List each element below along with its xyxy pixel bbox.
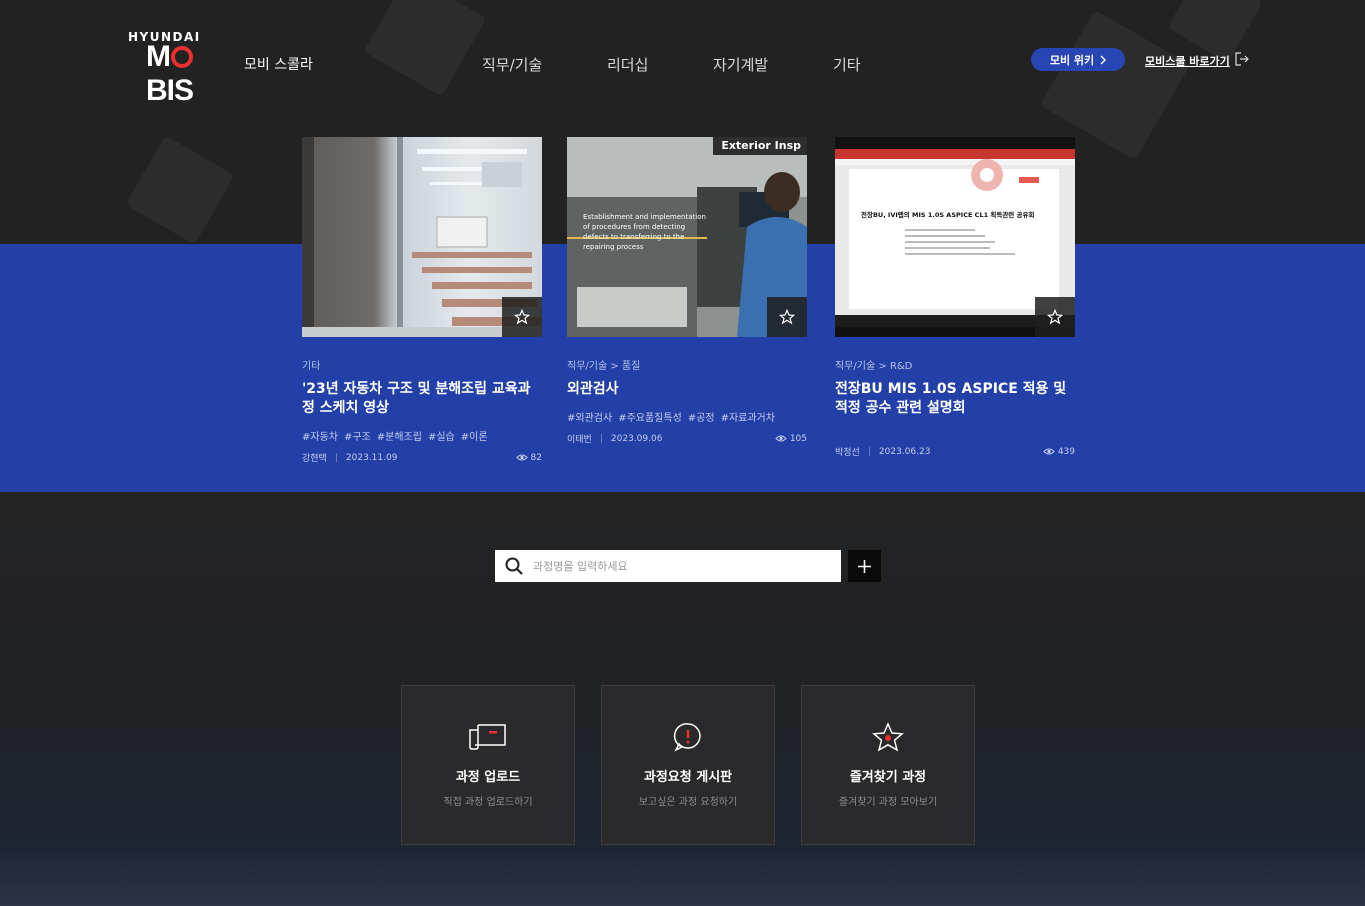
course-card[interactable]: 기타 '23년 자동차 구조 및 분해조립 교육과정 스케치 영상 #자동차 #… bbox=[302, 137, 542, 464]
course-title[interactable]: '23년 자동차 구조 및 분해조립 교육과정 스케치 영상 bbox=[302, 380, 542, 418]
thumbnail-overlay-text: Establishment and implementation of proc… bbox=[583, 213, 706, 251]
logout-icon[interactable] bbox=[1235, 52, 1249, 66]
tag[interactable]: #자동차 bbox=[302, 428, 338, 443]
course-meta: 강현택 | 2023.11.09 82 bbox=[302, 451, 542, 465]
view-count-value: 105 bbox=[789, 433, 807, 444]
favorite-button[interactable] bbox=[502, 297, 542, 337]
course-meta: 이태번 | 2023.09.06 105 bbox=[567, 432, 807, 446]
tag[interactable]: #자료과거차 bbox=[721, 409, 775, 424]
mobi-school-link[interactable]: 모비스쿨 바로가기 bbox=[1145, 53, 1230, 69]
nav-item-leadership[interactable]: 리더십 bbox=[607, 54, 713, 75]
feature-subtitle: 즐겨찾기 과정 모아보기 bbox=[838, 797, 938, 808]
meta-divider: | bbox=[867, 446, 871, 457]
course-title[interactable]: 외관검사 bbox=[567, 380, 807, 399]
course-request-board-card[interactable]: 과정요청 게시판 보고싶은 과정 요청하기 bbox=[601, 685, 775, 845]
nav-item-etc[interactable]: 기타 bbox=[833, 54, 861, 75]
star-outline-icon bbox=[514, 309, 530, 325]
puzzle-decoration bbox=[363, 0, 487, 97]
tag[interactable]: #공정 bbox=[688, 409, 715, 424]
meta-divider: | bbox=[599, 433, 603, 444]
course-author: 이태번 bbox=[567, 435, 592, 445]
main-nav: 직무/기술 리더십 자기계발 기타 bbox=[482, 54, 861, 75]
site-logo[interactable]: HYUNDAI MBIS 모비 스콜라 bbox=[128, 30, 313, 107]
nav-item-self-development[interactable]: 자기계발 bbox=[713, 54, 833, 75]
plus-icon bbox=[858, 559, 871, 573]
course-card[interactable]: 전장BU, IVI랩의 MIS 1.0S ASPICE CL1 획득관련 공유회… bbox=[835, 137, 1075, 458]
star-outline-icon bbox=[779, 309, 795, 325]
tag[interactable]: #실습 bbox=[428, 428, 455, 443]
feature-subtitle: 보고싶은 과정 요청하기 bbox=[638, 797, 738, 808]
course-date: 2023.11.09 bbox=[345, 452, 398, 463]
course-title[interactable]: 전장BU MIS 1.0S ASPICE 적용 및 적정 공수 관련 설명회 bbox=[835, 380, 1075, 418]
eye-icon bbox=[515, 454, 528, 461]
course-category: 직무/기술 > 품질 bbox=[567, 361, 641, 372]
favorite-button[interactable] bbox=[767, 297, 807, 337]
tag[interactable]: #분해조립 bbox=[377, 428, 422, 443]
course-card[interactable]: Exterior Insp Establishment and implemen… bbox=[567, 137, 807, 445]
course-upload-card[interactable]: 과정 업로드 직접 과정 업로드하기 bbox=[401, 685, 575, 845]
course-thumbnail[interactable]: 전장BU, IVI랩의 MIS 1.0S ASPICE CL1 획득관련 공유회 bbox=[835, 137, 1075, 337]
course-date: 2023.06.23 bbox=[878, 446, 931, 457]
eye-icon bbox=[775, 435, 787, 442]
course-tags: #자동차 #구조 #분해조립 #실습 #이론 bbox=[302, 428, 542, 443]
thumbnail-doc-title: 전장BU, IVI랩의 MIS 1.0S ASPICE CL1 획득관련 공유회 bbox=[861, 211, 1035, 219]
tag[interactable]: #구조 bbox=[344, 428, 371, 443]
favorite-button[interactable] bbox=[1035, 297, 1075, 337]
course-author: 강현택 bbox=[302, 454, 327, 464]
favorite-courses-card[interactable]: 즐겨찾기 과정 즐겨찾기 과정 모아보기 bbox=[801, 685, 975, 845]
course-tags: #외관검사 #주요품질특성 #공정 #자료과거차 bbox=[567, 409, 807, 424]
eye-icon bbox=[1043, 448, 1055, 455]
course-thumbnail[interactable]: Exterior Insp Establishment and implemen… bbox=[567, 137, 807, 337]
chevron-right-icon bbox=[1100, 55, 1107, 64]
feature-title: 과정요청 게시판 bbox=[643, 770, 733, 785]
course-author: 박정선 bbox=[835, 448, 860, 458]
view-count-value: 82 bbox=[530, 452, 542, 463]
course-category: 직무/기술 > R&D bbox=[835, 361, 913, 372]
mobi-wiki-label: 모비 위키 bbox=[1049, 53, 1095, 67]
search-icon[interactable] bbox=[505, 557, 523, 575]
course-thumbnail[interactable] bbox=[302, 137, 542, 337]
tag[interactable]: #외관검사 bbox=[567, 409, 612, 424]
request-icon bbox=[673, 723, 701, 752]
mobi-wiki-button[interactable]: 모비 위키 bbox=[1031, 48, 1125, 71]
puzzle-decoration bbox=[125, 135, 235, 244]
feature-title: 과정 업로드 bbox=[455, 770, 521, 785]
feature-subtitle: 직접 과정 업로드하기 bbox=[443, 797, 533, 808]
tag[interactable]: #이론 bbox=[461, 428, 488, 443]
course-date: 2023.09.06 bbox=[610, 433, 663, 444]
logo-subtitle: 모비 스콜라 bbox=[244, 57, 313, 73]
view-count: 439 bbox=[1043, 447, 1075, 457]
course-search-bar bbox=[495, 550, 841, 582]
feature-title: 즐겨찾기 과정 bbox=[849, 770, 927, 785]
search-input[interactable] bbox=[533, 559, 823, 573]
view-count: 105 bbox=[775, 434, 807, 444]
logo-mobis-wordmark: MBIS bbox=[146, 40, 194, 107]
upload-icon bbox=[469, 724, 506, 750]
course-meta: 박정선 | 2023.06.23 439 bbox=[835, 445, 1075, 459]
view-count-value: 439 bbox=[1057, 446, 1075, 457]
course-category: 기타 bbox=[302, 361, 321, 372]
add-button[interactable] bbox=[848, 550, 881, 582]
tag[interactable]: #주요품질특성 bbox=[618, 409, 682, 424]
star-outline-icon bbox=[1047, 309, 1063, 325]
favorite-star-icon bbox=[872, 722, 904, 752]
nav-item-job-skill[interactable]: 직무/기술 bbox=[482, 54, 607, 75]
meta-divider: | bbox=[334, 452, 338, 463]
thumbnail-caption: Exterior Insp bbox=[713, 137, 807, 155]
view-count: 82 bbox=[515, 452, 542, 463]
